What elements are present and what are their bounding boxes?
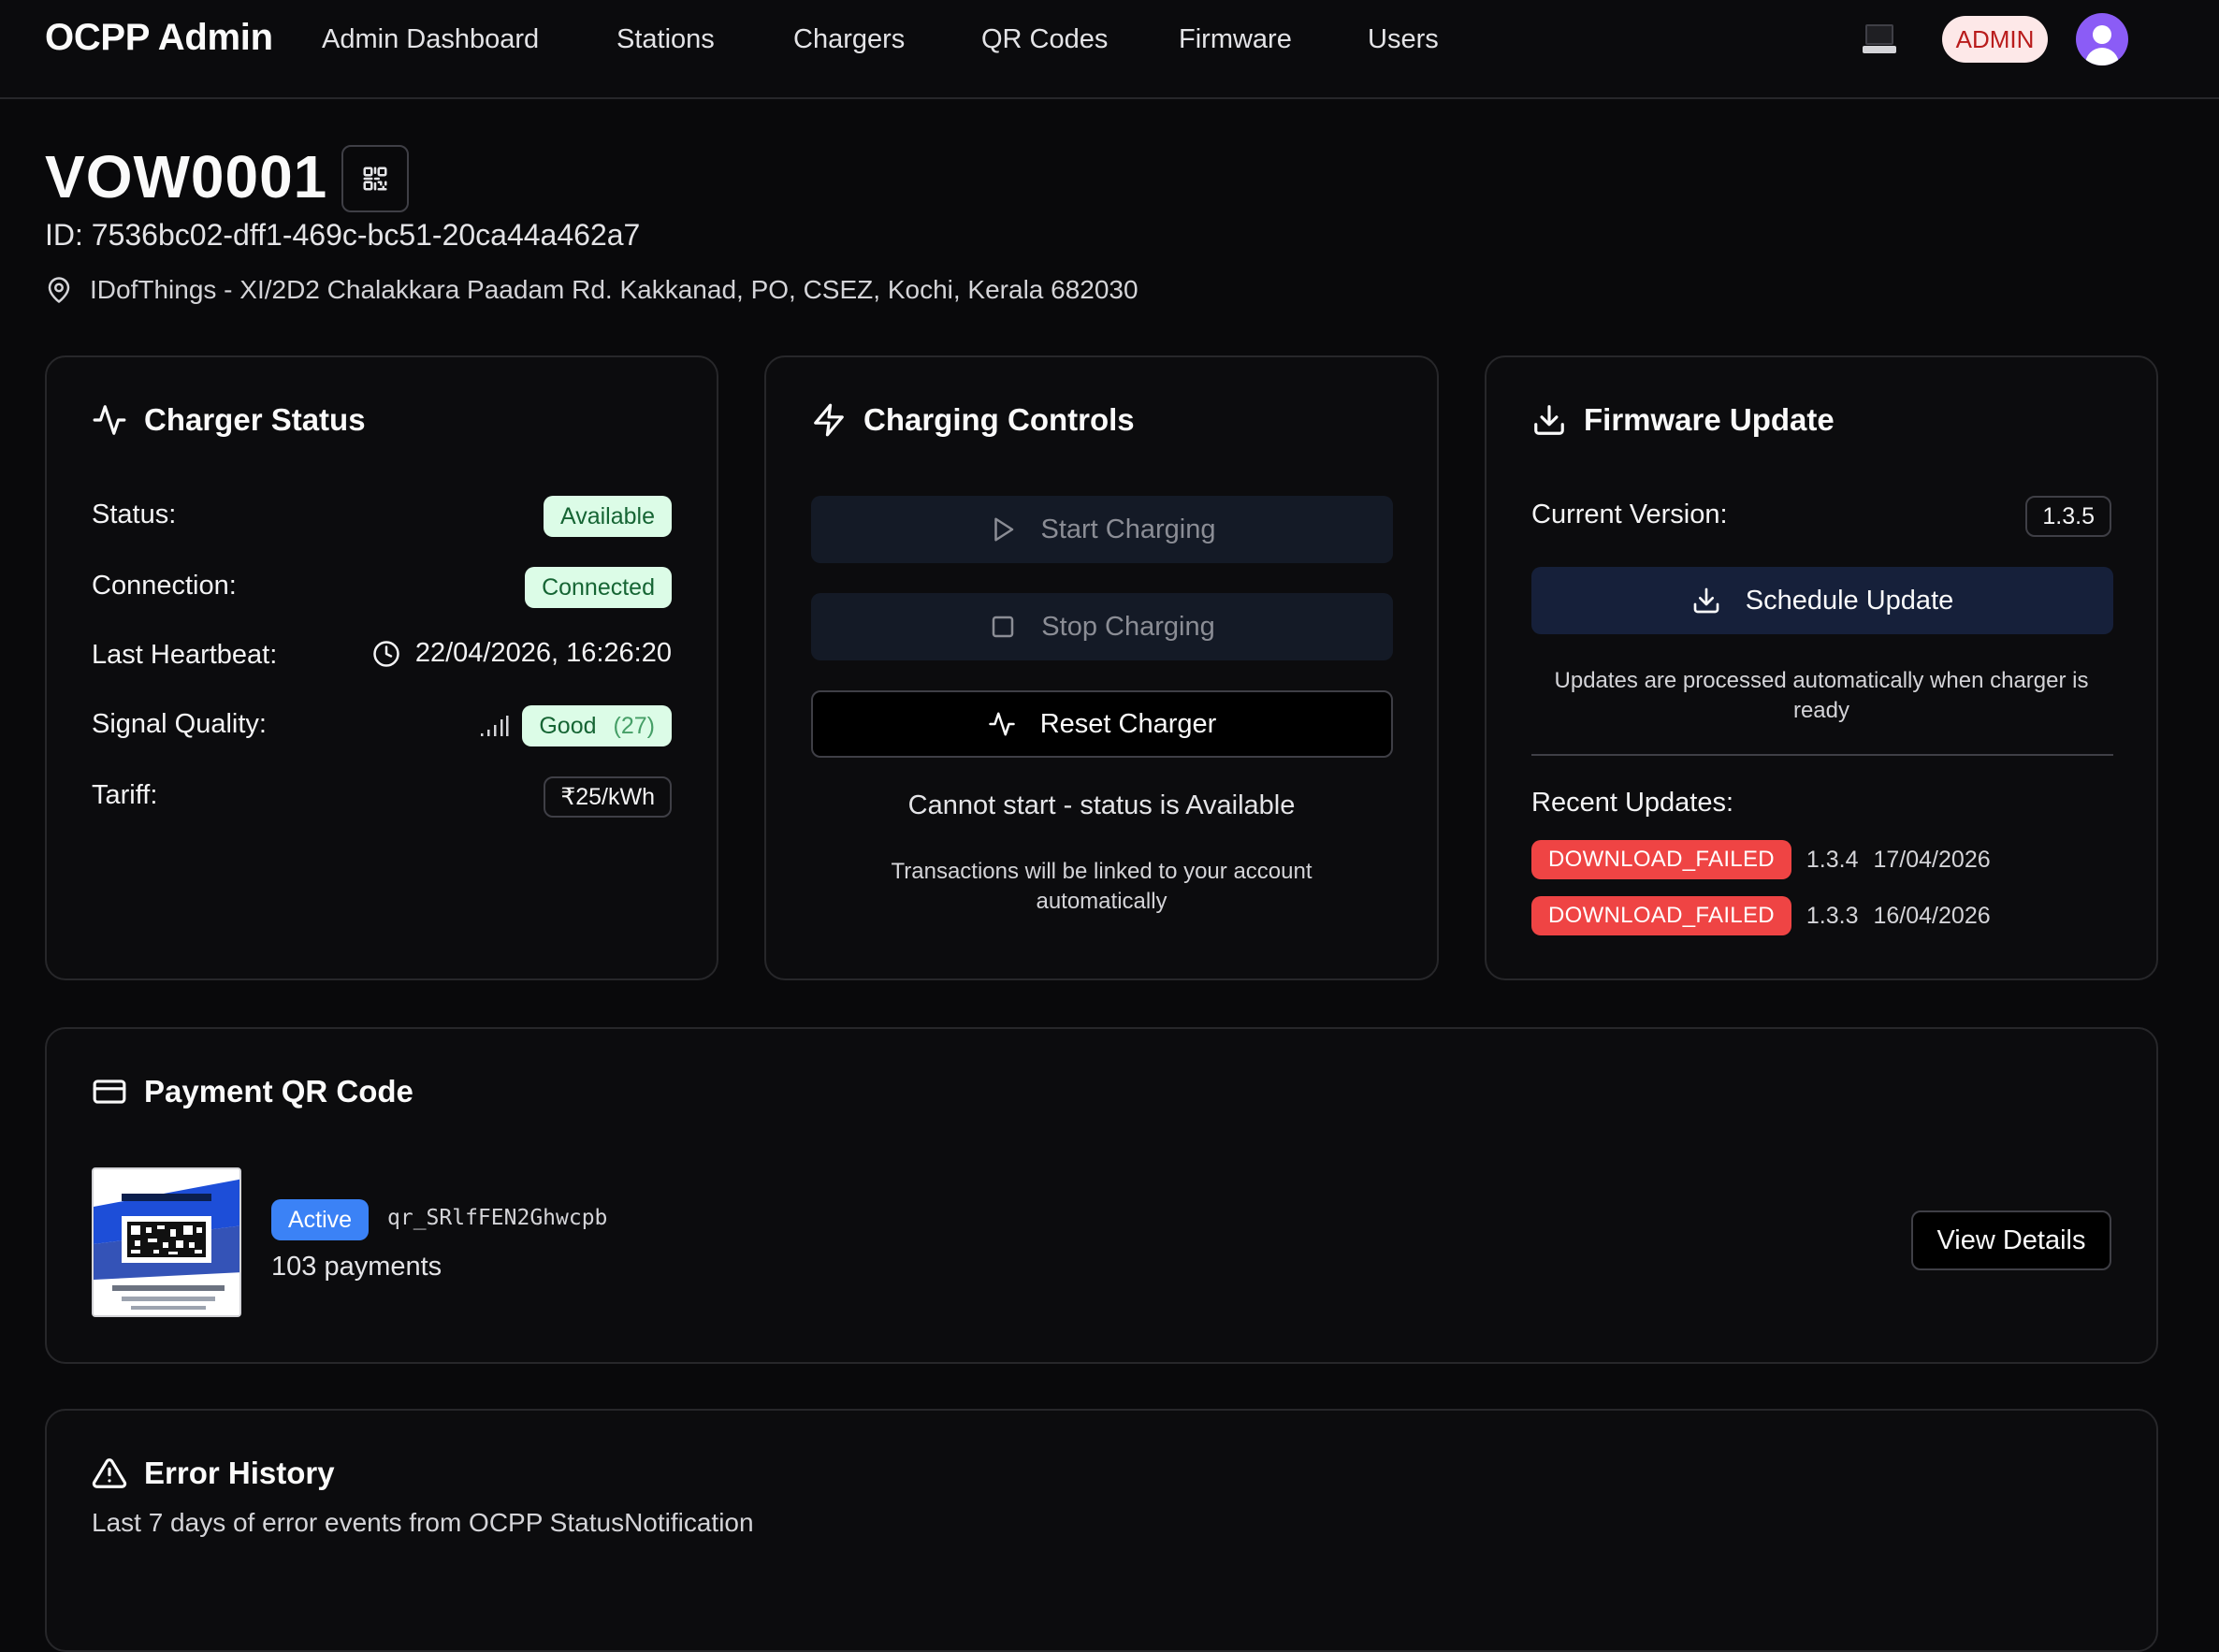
map-pin-icon xyxy=(48,277,70,303)
current-version-label: Current Version: xyxy=(1531,500,1728,529)
page-title: VOW0001 xyxy=(45,143,328,210)
reset-charger-button[interactable]: Reset Charger xyxy=(811,690,1393,758)
update-row: DOWNLOAD_FAILED 1.3.4 17/04/2026 xyxy=(1531,840,1991,879)
role-badge: ADMIN xyxy=(1942,16,2048,63)
charger-id: ID: 7536bc02-dff1-469c-bc51-20ca44a462a7 xyxy=(45,218,641,252)
payments-count: 103 payments xyxy=(271,1252,442,1282)
firmware-note: Updates are processed automatically when… xyxy=(1554,668,2089,723)
top-nav: OCPP Admin Admin Dashboard Stations Char… xyxy=(0,0,2219,99)
nav-firmware[interactable]: Firmware xyxy=(1179,24,1292,55)
heartbeat-text: 22/04/2026, 16:26:20 xyxy=(414,638,672,668)
download-icon xyxy=(1693,587,1719,614)
view-details-button[interactable]: View Details xyxy=(1911,1210,2111,1270)
error-history-card: Error History Last 7 days of error event… xyxy=(45,1409,2158,1652)
signal-text: Good xyxy=(539,712,597,739)
connection-badge: Connected xyxy=(525,567,672,608)
activity-icon xyxy=(988,712,1015,736)
credit-card-icon xyxy=(93,1080,126,1104)
activity-icon xyxy=(93,405,126,435)
nav-users[interactable]: Users xyxy=(1368,24,1439,55)
update-version: 1.3.4 xyxy=(1806,846,1859,873)
status-label: Status: xyxy=(92,500,177,529)
alert-triangle-icon xyxy=(92,1458,127,1488)
nav-admin-dashboard[interactable]: Admin Dashboard xyxy=(322,24,539,55)
reset-charger-label: Reset Charger xyxy=(1039,708,1217,739)
payment-qr-card: Payment QR Code Active qr_SRlfFEN2Ghwcpb… xyxy=(45,1027,2158,1364)
heartbeat-label: Last Heartbeat: xyxy=(92,640,278,670)
charger-status-heading: Charger Status xyxy=(92,402,366,438)
current-version-badge: 1.3.5 xyxy=(2025,496,2111,537)
nav-stations[interactable]: Stations xyxy=(616,24,715,55)
start-status-message: Cannot start - status is Available xyxy=(907,790,1296,820)
schedule-update-button[interactable]: Schedule Update xyxy=(1531,567,2113,634)
tariff-badge: ₹25/kWh xyxy=(544,776,672,818)
signal-bars-icon xyxy=(481,716,509,736)
tariff-label: Tariff: xyxy=(92,780,158,810)
charger-status-card: Charger Status Status: Available Connect… xyxy=(45,355,718,980)
divider xyxy=(1531,754,2113,756)
update-row: DOWNLOAD_FAILED 1.3.3 16/04/2026 xyxy=(1531,896,1991,935)
start-charging-button[interactable]: Start Charging xyxy=(811,496,1393,563)
card-title-text: Charging Controls xyxy=(863,402,1135,437)
firmware-update-card: Firmware Update Current Version: 1.3.5 S… xyxy=(1485,355,2158,980)
card-title-text: Payment QR Code xyxy=(144,1074,413,1109)
payment-qr-heading: Payment QR Code xyxy=(92,1074,413,1109)
play-icon xyxy=(993,517,1013,542)
clock-icon xyxy=(373,640,399,667)
download-icon xyxy=(1534,405,1564,435)
card-title-text: Firmware Update xyxy=(1584,402,1835,437)
charger-address: IDofThings - XI/2D2 Chalakkara Paadam Rd… xyxy=(45,275,1139,305)
transactions-note: Transactions will be linked to your acco… xyxy=(891,859,1313,914)
signal-quality: Good (27) xyxy=(479,705,672,746)
update-version: 1.3.3 xyxy=(1806,902,1859,929)
qr-code-image xyxy=(94,1169,239,1315)
schedule-update-label: Schedule Update xyxy=(1745,585,1954,616)
user-avatar[interactable] xyxy=(2076,13,2128,65)
qr-code-button[interactable] xyxy=(341,145,409,212)
address-text: IDofThings - XI/2D2 Chalakkara Paadam Rd… xyxy=(90,275,1139,304)
signal-label: Signal Quality: xyxy=(92,709,267,739)
brand-logo[interactable]: OCPP Admin xyxy=(45,17,273,59)
zap-icon xyxy=(814,403,844,437)
laptop-icon[interactable] xyxy=(1863,21,1896,56)
update-status-badge: DOWNLOAD_FAILED xyxy=(1531,896,1791,935)
stop-charging-button[interactable]: Stop Charging xyxy=(811,593,1393,660)
nav-qr-codes[interactable]: QR Codes xyxy=(981,24,1108,55)
charging-controls-heading: Charging Controls xyxy=(811,402,1135,438)
update-date: 16/04/2026 xyxy=(1873,902,1991,929)
status-badge: Available xyxy=(543,496,672,537)
qr-code-icon xyxy=(363,167,387,191)
connection-label: Connection: xyxy=(92,571,237,601)
card-title-text: Error History xyxy=(144,1456,335,1490)
charging-controls-card: Charging Controls Start Charging Stop Ch… xyxy=(764,355,1439,980)
square-icon xyxy=(993,616,1014,638)
qr-active-badge: Active xyxy=(271,1199,370,1240)
qr-id: qr_SRlfFEN2Ghwcpb xyxy=(387,1206,608,1230)
firmware-update-heading: Firmware Update xyxy=(1531,402,1835,438)
signal-badge: Good (27) xyxy=(522,705,672,746)
error-history-subtitle: Last 7 days of error events from OCPP St… xyxy=(92,1508,754,1537)
nav-chargers[interactable]: Chargers xyxy=(793,24,905,55)
recent-updates-label: Recent Updates: xyxy=(1531,788,1734,818)
start-charging-label: Start Charging xyxy=(1040,514,1216,544)
update-date: 17/04/2026 xyxy=(1873,846,1991,873)
error-history-heading: Error History xyxy=(92,1456,335,1491)
signal-number: (27) xyxy=(613,712,655,739)
qr-code-thumbnail[interactable] xyxy=(92,1167,241,1317)
update-status-badge: DOWNLOAD_FAILED xyxy=(1531,840,1791,879)
stop-charging-label: Stop Charging xyxy=(1041,611,1215,642)
card-title-text: Charger Status xyxy=(144,402,366,437)
heartbeat-value: 22/04/2026, 16:26:20 xyxy=(372,638,672,669)
